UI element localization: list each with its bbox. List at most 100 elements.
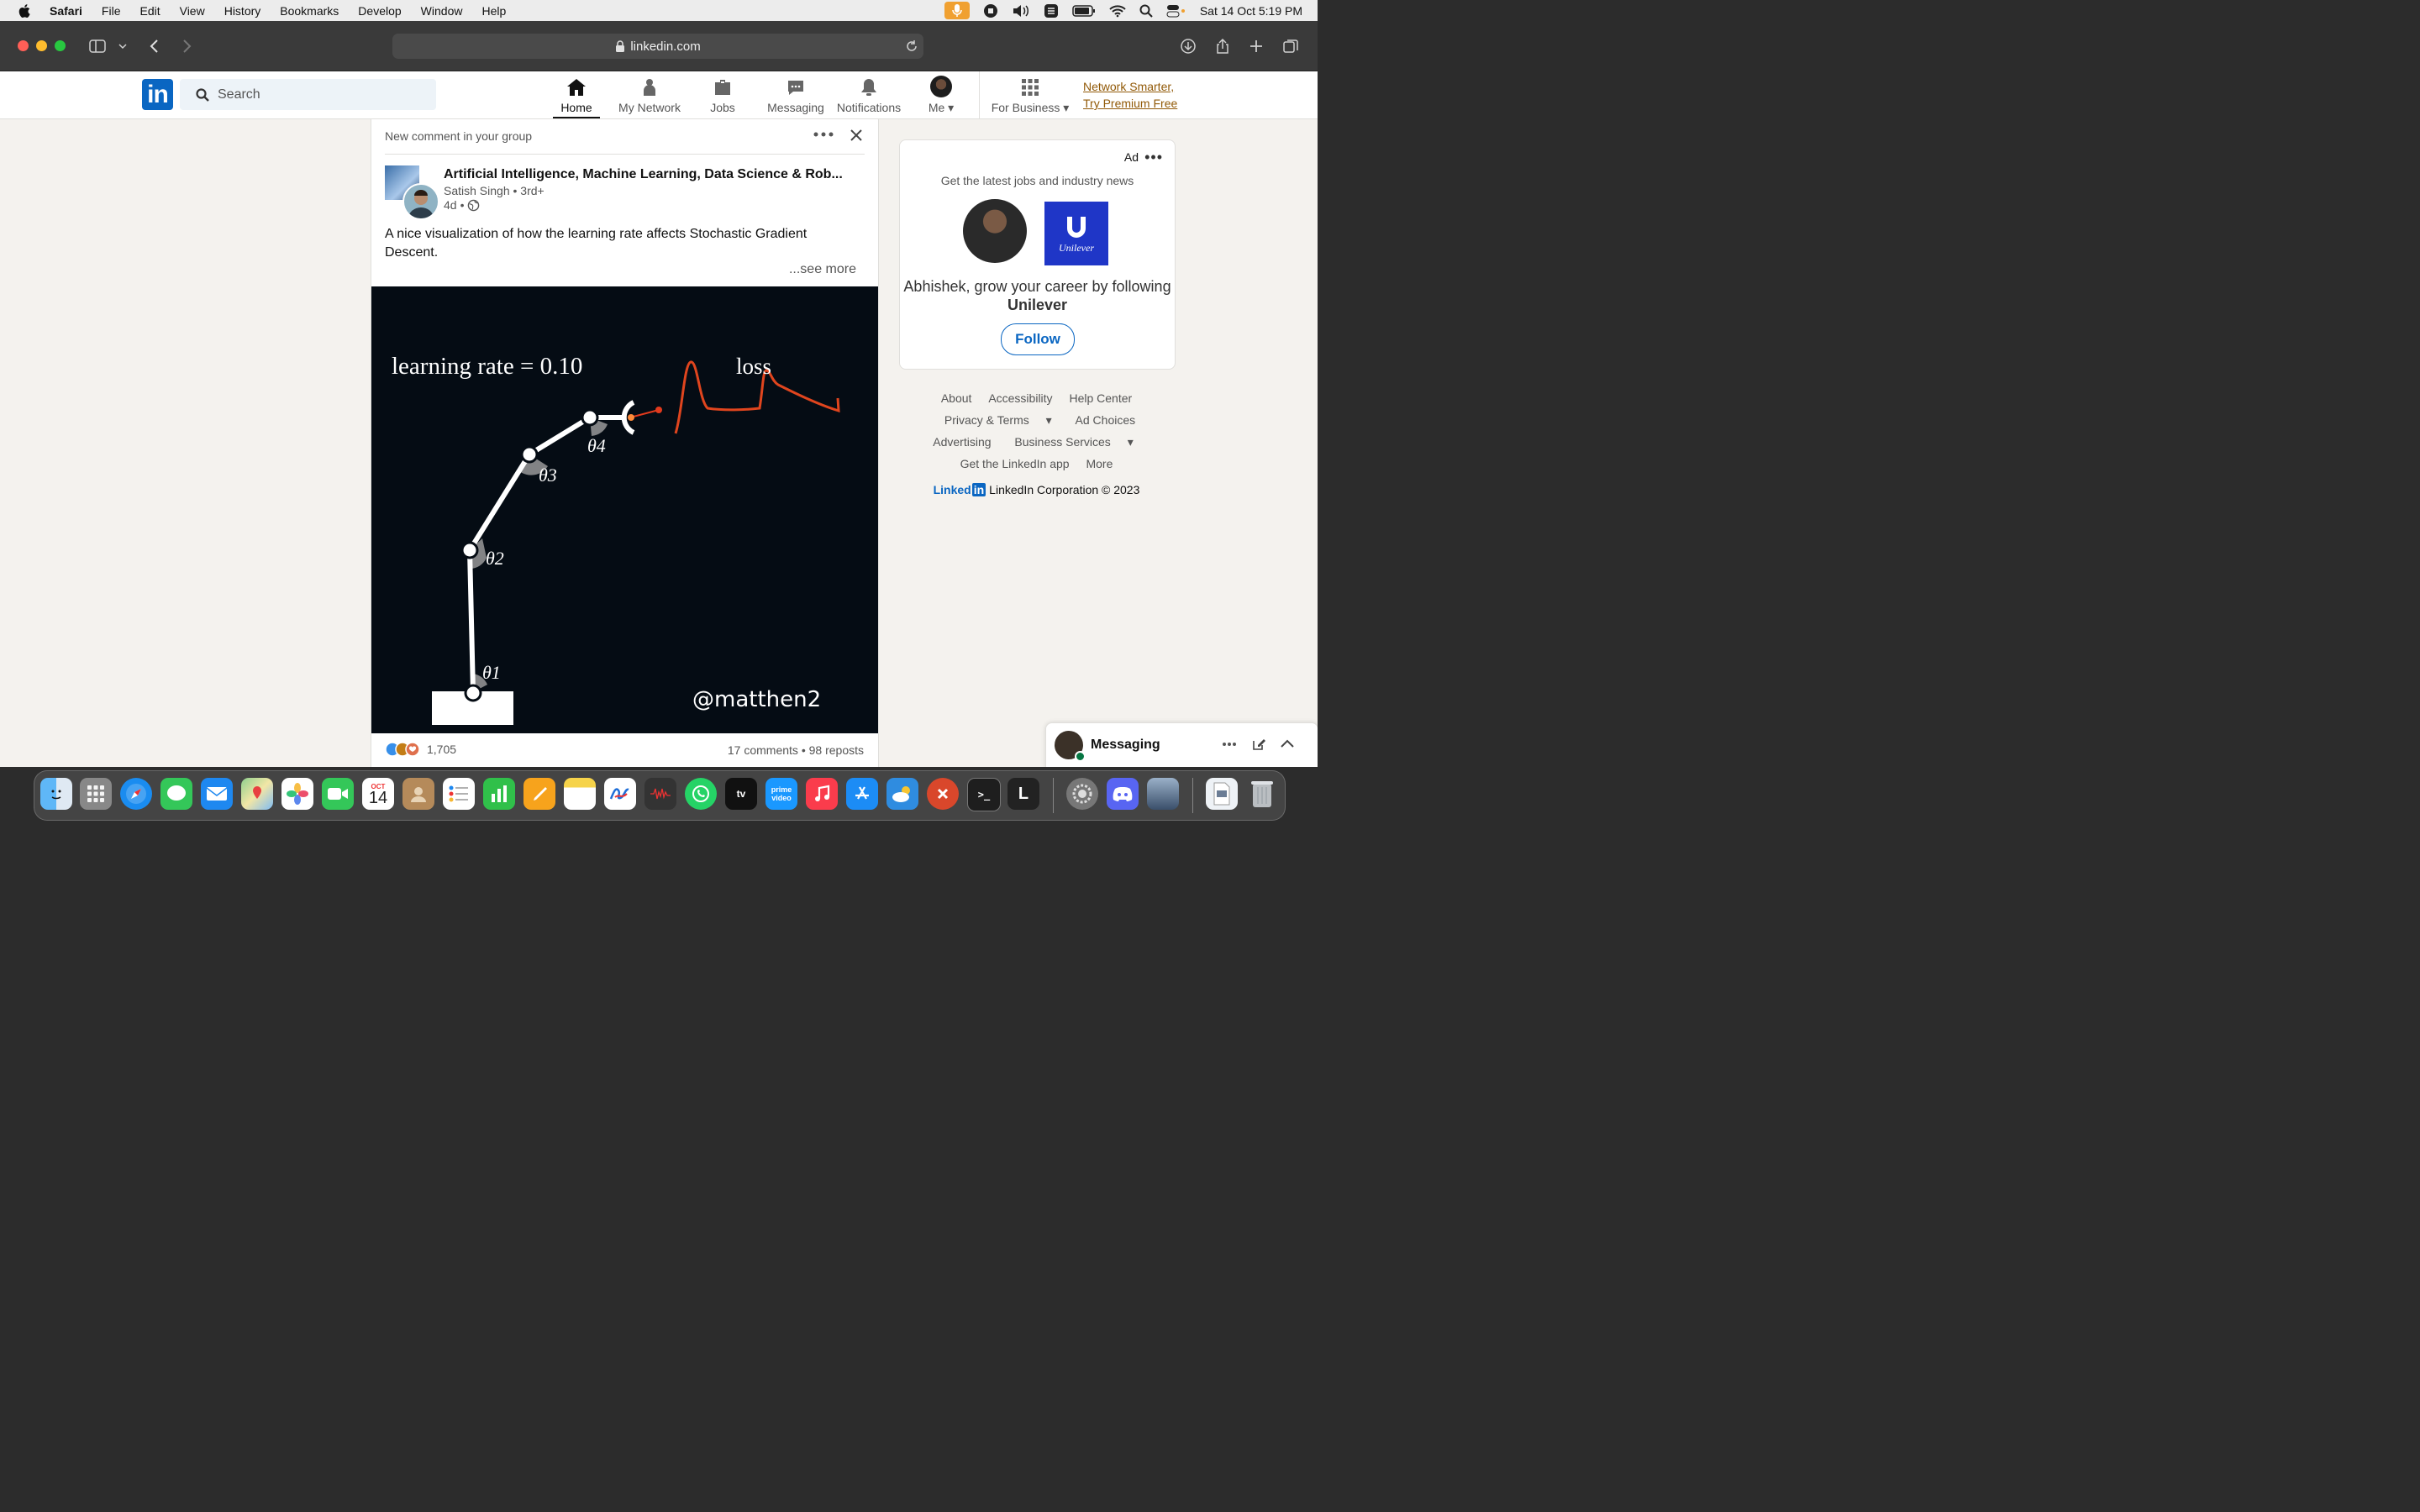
minimize-window-button[interactable]: [36, 40, 47, 51]
app-store-icon[interactable]: [846, 778, 878, 810]
bell-icon: [861, 79, 876, 96]
search-bar[interactable]: [180, 79, 436, 110]
nav-home[interactable]: Home: [553, 76, 600, 118]
menu-view[interactable]: View: [180, 4, 205, 18]
photos-icon[interactable]: [281, 778, 313, 810]
screen-record-icon[interactable]: [983, 3, 998, 18]
pages-icon[interactable]: [523, 778, 555, 810]
new-tab-icon[interactable]: [1248, 38, 1265, 55]
footer-help-center[interactable]: Help Center: [1069, 391, 1132, 405]
group-name-link[interactable]: Artificial Intelligence, Machine Learnin…: [444, 167, 843, 182]
messaging-overlay[interactable]: Messaging: [1045, 722, 1318, 767]
footer-privacy-terms[interactable]: Privacy & Terms ▾: [938, 413, 1059, 427]
whatsapp-icon[interactable]: [685, 778, 717, 810]
downloads-icon[interactable]: [1180, 38, 1197, 55]
terminal-icon[interactable]: >_: [967, 778, 1001, 811]
wifi-icon[interactable]: [1109, 4, 1126, 18]
battery-icon[interactable]: [1072, 4, 1096, 17]
footer-about[interactable]: About: [941, 391, 972, 405]
author-avatar[interactable]: [402, 183, 439, 220]
apple-menu-icon[interactable]: [17, 3, 34, 19]
author-name-link[interactable]: Satish Singh: [444, 184, 510, 197]
reminders-icon[interactable]: [443, 778, 475, 810]
compose-icon[interactable]: [1251, 737, 1266, 752]
search-input[interactable]: [216, 86, 421, 103]
post-media-video[interactable]: learning rate = 0.10 loss θ1 θ2 θ3 θ4 @m…: [371, 286, 878, 733]
share-icon[interactable]: [1214, 38, 1231, 55]
more-options-icon[interactable]: [813, 131, 834, 138]
menu-file[interactable]: File: [102, 4, 121, 18]
footer-advertising[interactable]: Advertising: [933, 435, 991, 449]
address-bar[interactable]: linkedin.com: [392, 34, 923, 59]
tab-overview-icon[interactable]: [1282, 38, 1299, 55]
notes-icon[interactable]: [564, 778, 596, 810]
chevron-up-icon[interactable]: [1280, 738, 1295, 748]
footer-business-services[interactable]: Business Services ▾: [1007, 435, 1139, 449]
weather-icon[interactable]: [886, 778, 918, 810]
document-file-icon[interactable]: [1206, 778, 1238, 810]
reload-icon[interactable]: [905, 39, 918, 53]
trash-icon[interactable]: [1246, 778, 1278, 810]
reposts-count-link[interactable]: 98 reposts: [809, 743, 864, 757]
music-icon[interactable]: [806, 778, 838, 810]
microphone-icon[interactable]: [944, 2, 970, 19]
messaging-more-icon[interactable]: [1222, 742, 1237, 747]
control-center-icon[interactable]: [1166, 4, 1186, 18]
try-premium-link[interactable]: Network Smarter, Try Premium Free: [1083, 78, 1177, 112]
menu-help[interactable]: Help: [481, 4, 506, 18]
close-icon[interactable]: [850, 129, 862, 141]
nav-messaging[interactable]: Messaging: [766, 76, 825, 118]
unilever-logo[interactable]: Unilever: [1044, 202, 1108, 265]
menu-history[interactable]: History: [224, 4, 261, 18]
menu-bookmarks[interactable]: Bookmarks: [280, 4, 339, 18]
launchpad-icon[interactable]: [80, 778, 112, 810]
menu-edit[interactable]: Edit: [139, 4, 160, 18]
nav-jobs[interactable]: Jobs: [704, 76, 741, 118]
numbers-icon[interactable]: [483, 778, 515, 810]
menu-safari[interactable]: Safari: [50, 4, 82, 18]
nav-notifications[interactable]: Notifications: [835, 76, 902, 118]
menu-develop[interactable]: Develop: [358, 4, 401, 18]
volume-icon[interactable]: [1012, 3, 1030, 18]
safari-icon[interactable]: [120, 778, 152, 810]
close-window-button[interactable]: [18, 40, 29, 51]
calendar-icon[interactable]: OCT 14: [362, 778, 394, 810]
preview-image-icon[interactable]: [1147, 778, 1179, 810]
facetime-icon[interactable]: [322, 778, 354, 810]
prime-video-icon[interactable]: prime video: [765, 778, 797, 810]
ad-more-options-icon[interactable]: •••: [1144, 149, 1163, 166]
messages-icon[interactable]: [160, 778, 192, 810]
l-app-icon[interactable]: L: [1007, 778, 1039, 810]
nav-me[interactable]: Me ▾: [924, 76, 958, 118]
sidebar-icon[interactable]: [89, 38, 106, 55]
footer-get-app[interactable]: Get the LinkedIn app: [960, 457, 1070, 470]
follow-button[interactable]: Follow: [1001, 323, 1075, 355]
discord-icon[interactable]: [1107, 778, 1139, 810]
apple-tv-icon[interactable]: tv: [725, 778, 757, 810]
zoom-window-button[interactable]: [55, 40, 66, 51]
contacts-icon[interactable]: [402, 778, 434, 810]
vpn-icon[interactable]: [1044, 3, 1059, 18]
finder-icon[interactable]: [40, 778, 72, 810]
footer-ad-choices[interactable]: Ad Choices: [1076, 413, 1136, 427]
footer-more[interactable]: More: [1086, 457, 1113, 470]
menu-window[interactable]: Window: [421, 4, 463, 18]
system-settings-icon[interactable]: [1066, 778, 1098, 810]
mail-icon[interactable]: [201, 778, 233, 810]
freeform-icon[interactable]: [604, 778, 636, 810]
voice-memos-icon[interactable]: [644, 778, 676, 810]
remote-desktop-icon[interactable]: [927, 778, 959, 810]
clock[interactable]: Sat 14 Oct 5:19 PM: [1200, 4, 1302, 18]
spotlight-search-icon[interactable]: [1139, 4, 1153, 18]
reactions-summary[interactable]: 1,705: [385, 742, 456, 757]
nav-my-network[interactable]: My Network: [616, 76, 683, 118]
linkedin-logo-icon[interactable]: in: [142, 79, 173, 110]
forward-icon[interactable]: [178, 38, 195, 55]
back-icon[interactable]: [146, 38, 163, 55]
chevron-down-icon[interactable]: [117, 38, 129, 55]
maps-icon[interactable]: [241, 778, 273, 810]
nav-for-business[interactable]: For Business ▾: [990, 76, 1071, 118]
see-more-button[interactable]: ...see more: [789, 262, 856, 277]
comments-count-link[interactable]: 17 comments: [728, 743, 798, 757]
footer-accessibility[interactable]: Accessibility: [988, 391, 1052, 405]
